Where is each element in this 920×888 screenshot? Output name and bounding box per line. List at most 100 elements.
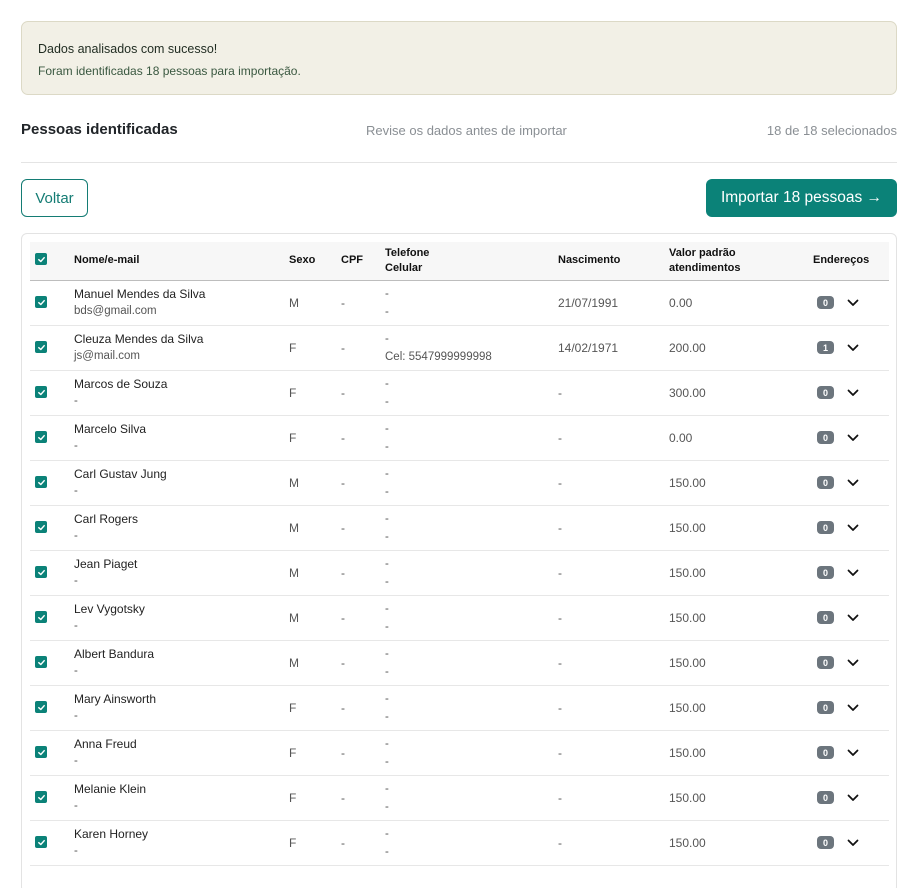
- name-cell: Mary Ainsworth -: [74, 685, 289, 730]
- chevron-down-icon[interactable]: [846, 791, 860, 805]
- row-checkbox[interactable]: [35, 386, 47, 398]
- cpf-cell: -: [341, 790, 345, 805]
- row-checkbox[interactable]: [35, 521, 47, 533]
- row-checkbox[interactable]: [35, 836, 47, 848]
- chevron-down-icon[interactable]: [846, 701, 860, 715]
- phone-cell: --: [385, 685, 558, 730]
- chevron-down-icon[interactable]: [846, 476, 860, 490]
- phone-cell: --: [385, 730, 558, 775]
- select-all-checkbox[interactable]: [35, 253, 47, 265]
- cell-value: -: [385, 800, 389, 813]
- chevron-down-icon[interactable]: [846, 341, 860, 355]
- table-row: Marcos de Souza - F - - - -300.00 0: [30, 370, 889, 415]
- row-checkbox[interactable]: [35, 341, 47, 353]
- back-button[interactable]: Voltar: [21, 179, 88, 217]
- cell-value: Cel: 5547999999998: [385, 350, 492, 363]
- cpf-cell: -: [341, 340, 345, 355]
- addresses-cell: 0: [813, 460, 889, 505]
- person-email: -: [74, 485, 78, 497]
- table-header-row: Nome/e-mail Sexo CPF Telefone Celular Nas…: [30, 242, 889, 281]
- addresses-cell: 0: [813, 280, 889, 325]
- section-title: Pessoas identificadas: [21, 121, 178, 138]
- chevron-down-icon[interactable]: [846, 836, 860, 850]
- chevron-down-icon[interactable]: [846, 656, 860, 670]
- birth-cell: -: [558, 700, 562, 715]
- row-checkbox[interactable]: [35, 701, 47, 713]
- col-value-label-1: Valor padrão: [669, 246, 736, 259]
- chevron-down-icon[interactable]: [846, 746, 860, 760]
- value-cell: 0.00: [669, 295, 693, 310]
- sex-cell: M: [289, 475, 299, 490]
- value-cell: 150.00: [669, 610, 706, 625]
- person-email: -: [74, 665, 78, 677]
- phone-value: -: [385, 647, 389, 660]
- address-count-badge: 0: [817, 476, 834, 489]
- cell-value: -: [385, 575, 389, 588]
- col-cpf: CPF: [341, 242, 385, 281]
- chevron-down-icon[interactable]: [846, 611, 860, 625]
- value-cell: 150.00: [669, 655, 706, 670]
- select-all-cell: [30, 242, 74, 281]
- cpf-cell: -: [341, 655, 345, 670]
- person-name: Melanie Klein: [74, 782, 147, 796]
- import-button[interactable]: Importar 18 pessoas →: [706, 179, 897, 217]
- phone-cell: --: [385, 415, 558, 460]
- success-alert: Dados analisados com sucesso! Foram iden…: [21, 21, 897, 95]
- check-icon: [37, 659, 45, 665]
- chevron-down-icon[interactable]: [846, 566, 860, 580]
- name-cell: Carl Gustav Jung -: [74, 460, 289, 505]
- person-name: Manuel Mendes da Silva: [74, 287, 206, 301]
- table-row: Cleuza Mendes da Silva js@mail.com F - - Cel:…: [30, 325, 889, 370]
- address-count-badge: 0: [817, 566, 834, 579]
- row-select-cell: [30, 325, 74, 370]
- chevron-down-icon[interactable]: [846, 521, 860, 535]
- chevron-down-icon[interactable]: [846, 296, 860, 310]
- value-cell: 150.00: [669, 520, 706, 535]
- phone-cell: --: [385, 640, 558, 685]
- people-table-card: Nome/e-mail Sexo CPF Telefone Celular Nas…: [21, 233, 897, 888]
- address-count-badge: 0: [817, 431, 834, 444]
- cpf-cell: -: [341, 475, 345, 490]
- check-icon: [37, 434, 45, 440]
- sex-cell: M: [289, 520, 299, 535]
- row-checkbox[interactable]: [35, 611, 47, 623]
- check-icon: [37, 704, 45, 710]
- chevron-down-icon[interactable]: [846, 431, 860, 445]
- phone-value: -: [385, 332, 389, 345]
- address-count-badge: 1: [817, 341, 834, 354]
- name-cell: Karen Horney -: [74, 820, 289, 865]
- table-row: Melanie Klein - F - - - -150.00 0: [30, 775, 889, 820]
- row-checkbox[interactable]: [35, 431, 47, 443]
- addresses-cell: 0: [813, 550, 889, 595]
- col-cell-label: Celular: [385, 261, 423, 274]
- row-checkbox[interactable]: [35, 656, 47, 668]
- value-cell: 150.00: [669, 700, 706, 715]
- person-email: -: [74, 575, 78, 587]
- row-checkbox[interactable]: [35, 476, 47, 488]
- sex-cell: F: [289, 385, 297, 400]
- birth-cell: -: [558, 565, 562, 580]
- birth-cell: -: [558, 475, 562, 490]
- check-icon: [37, 389, 45, 395]
- person-name: Carl Rogers: [74, 512, 139, 526]
- cpf-cell: -: [341, 430, 345, 445]
- row-checkbox[interactable]: [35, 791, 47, 803]
- row-checkbox[interactable]: [35, 296, 47, 308]
- address-count-badge: 0: [817, 836, 834, 849]
- row-checkbox[interactable]: [35, 746, 47, 758]
- person-name: Carl Gustav Jung: [74, 467, 167, 481]
- col-phone: Telefone Celular: [385, 242, 558, 281]
- value-cell: 150.00: [669, 565, 706, 580]
- cell-value: -: [385, 530, 389, 543]
- sex-cell: F: [289, 340, 297, 355]
- check-icon: [37, 299, 45, 305]
- name-cell: Cleuza Mendes da Silva js@mail.com: [74, 325, 289, 370]
- col-value-label-2: atendimentos: [669, 261, 741, 274]
- phone-value: -: [385, 512, 389, 525]
- row-select-cell: [30, 415, 74, 460]
- cell-value: -: [385, 485, 389, 498]
- cell-value: -: [385, 665, 389, 678]
- row-checkbox[interactable]: [35, 566, 47, 578]
- chevron-down-icon[interactable]: [846, 386, 860, 400]
- name-cell: Marcos de Souza -: [74, 370, 289, 415]
